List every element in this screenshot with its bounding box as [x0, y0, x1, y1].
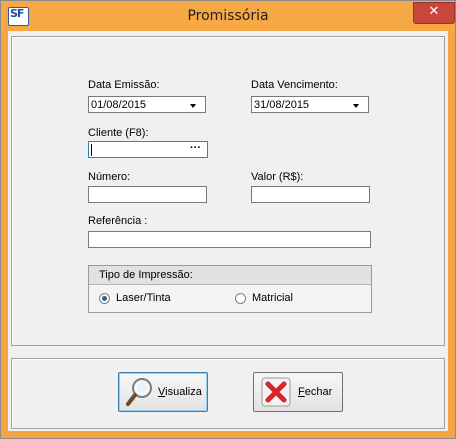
data-emissao-label: Data Emissão:	[88, 79, 160, 91]
chevron-down-icon[interactable]	[353, 104, 359, 108]
radio-matricial-label: Matricial	[252, 292, 293, 304]
lookup-ellipsis-button[interactable]: ···	[190, 142, 201, 154]
fechar-label: Fechar	[298, 386, 333, 398]
close-icon: ✕	[428, 4, 440, 19]
radio-unselected-icon[interactable]	[235, 293, 246, 304]
radio-matricial[interactable]: Matricial	[235, 290, 335, 306]
data-emissao-dropdown[interactable]: 01/08/2015	[88, 96, 206, 113]
cliente-label: Cliente (F8):	[88, 127, 149, 139]
close-button[interactable]: ✕	[413, 2, 455, 24]
referencia-input[interactable]	[88, 231, 371, 248]
numero-label: Número:	[88, 171, 131, 183]
close-x-icon	[261, 377, 291, 407]
button-panel	[11, 358, 445, 429]
tipo-impressao-header: Tipo de Impressão:	[89, 266, 371, 285]
data-vencimento-value: 31/08/2015	[254, 99, 310, 111]
client-area: Data Emissão: 01/08/2015 Data Vencimento…	[8, 31, 448, 431]
data-emissao-value: 01/08/2015	[91, 99, 147, 111]
data-vencimento-dropdown[interactable]: 31/08/2015	[251, 96, 369, 113]
data-vencimento-label: Data Vencimento:	[251, 79, 338, 91]
radio-selected-icon[interactable]	[99, 293, 110, 304]
magnifier-icon	[126, 378, 152, 406]
radio-laser-tinta-label: Laser/Tinta	[116, 292, 171, 304]
text-caret	[91, 144, 92, 156]
referencia-label: Referência :	[88, 215, 148, 227]
visualiza-button[interactable]: Visualiza	[118, 372, 208, 412]
window-frame: SF Promissória ✕ Data Emissão: 01/08/201…	[0, 0, 456, 439]
radio-laser-tinta[interactable]: Laser/Tinta	[99, 290, 199, 306]
valor-label: Valor (R$):	[251, 171, 304, 183]
valor-input[interactable]	[251, 186, 370, 203]
cliente-input[interactable]: ···	[88, 141, 208, 158]
window-title: Promissória	[187, 8, 269, 24]
tipo-impressao-label: Tipo de Impressão:	[99, 269, 193, 281]
chevron-down-icon[interactable]	[190, 104, 196, 108]
title-bar[interactable]: SF Promissória ✕	[1, 1, 455, 31]
tipo-impressao-group: Tipo de Impressão: Laser/Tinta Matricial	[88, 265, 372, 313]
visualiza-label: Visualiza	[158, 386, 202, 398]
fechar-button[interactable]: Fechar	[253, 372, 343, 412]
numero-input[interactable]	[88, 186, 207, 203]
